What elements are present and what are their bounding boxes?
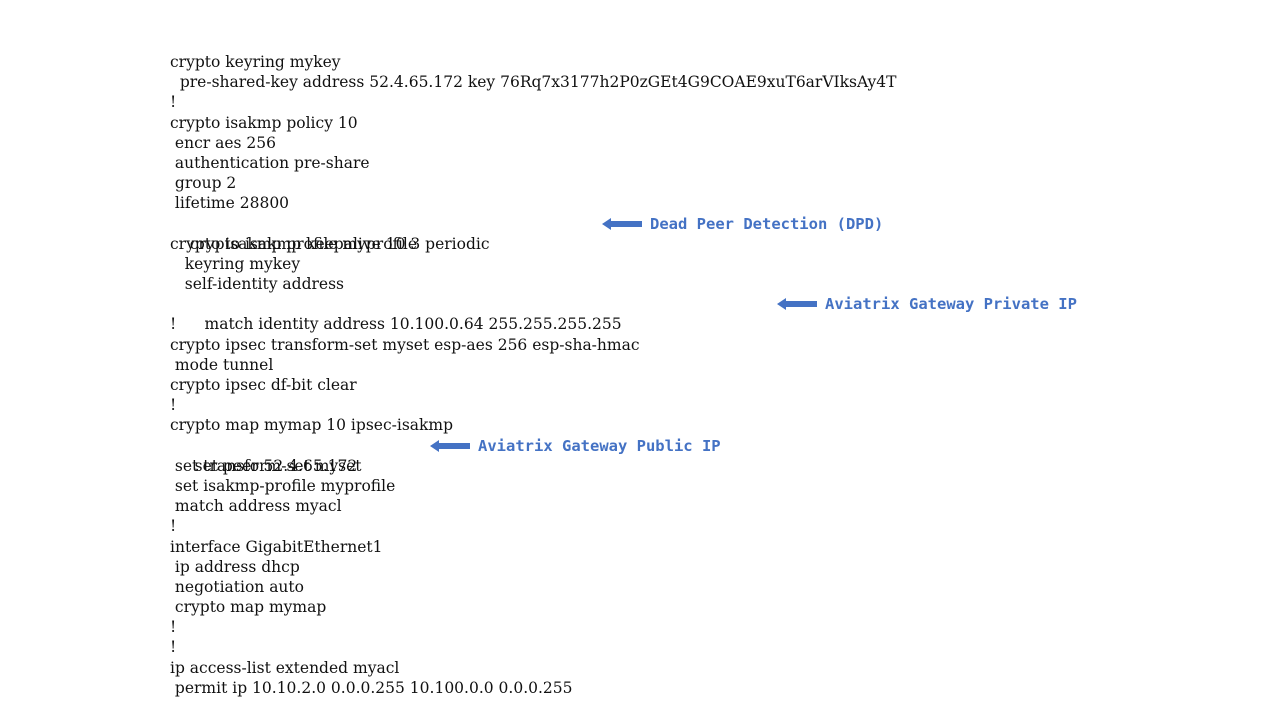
config-line: crypto isakmp profile myprofile xyxy=(170,234,897,254)
left-arrow-icon xyxy=(430,439,470,452)
config-line: ip access-list extended myacl xyxy=(170,658,897,678)
config-line: crypto map mymap 10 ipsec-isakmp xyxy=(170,415,897,435)
dpd-annotation: Dead Peer Detection (DPD) xyxy=(602,214,883,234)
config-line: lifetime 28800 xyxy=(170,193,897,213)
config-text: keyring mykey xyxy=(170,254,301,273)
config-text: set isakmp-profile myprofile xyxy=(170,476,396,495)
config-line: ! xyxy=(170,395,897,415)
config-text: authentication pre-share xyxy=(170,153,370,172)
config-text: crypto isakmp profile myprofile xyxy=(170,234,417,253)
config-line: self-identity address xyxy=(170,274,897,294)
config-line: set transform-set myset xyxy=(170,456,897,476)
config-line: ! xyxy=(170,314,897,334)
config-line: match identity address 10.100.0.64 255.2… xyxy=(170,294,1076,333)
public-ip-annotation: Aviatrix Gateway Public IP xyxy=(430,436,721,456)
config-line: set isakmp-profile myprofile xyxy=(170,476,897,496)
config-line: crypto ipsec transform-set myset esp-aes… xyxy=(170,335,897,355)
config-text: ! xyxy=(170,315,177,334)
config-line: ! xyxy=(170,617,897,637)
config-text: match address myacl xyxy=(170,497,342,516)
config-line: authentication pre-share xyxy=(170,153,897,173)
config-line: interface GigabitEthernet1 xyxy=(170,537,897,557)
config-line: ! xyxy=(170,637,897,657)
config-line: crypto keyring mykey xyxy=(170,52,897,72)
config-line: crypto isakmp keepalive 10 3 periodic De… xyxy=(170,214,897,253)
config-text: crypto ipsec df-bit clear xyxy=(170,376,357,394)
config-line: crypto ipsec df-bit clear xyxy=(170,375,897,395)
config-line: mode tunnel xyxy=(170,355,897,375)
config-text: pre-shared-key address 52.4.65.172 key 7… xyxy=(170,73,897,92)
config-text: crypto map mymap 10 ipsec-isakmp xyxy=(170,416,454,435)
config-line: keyring mykey xyxy=(170,254,897,274)
config-line: set peer 52.4.65.172 Aviatrix Gateway Pu… xyxy=(170,436,897,475)
config-line: crypto map mymap xyxy=(170,597,897,617)
private-ip-annotation: Aviatrix Gateway Private IP xyxy=(777,294,1077,314)
config-text: crypto map mymap xyxy=(170,598,327,617)
config-text: self-identity address xyxy=(170,275,344,294)
config-line: ! xyxy=(170,516,897,536)
config-text: permit ip 10.10.2.0 0.0.0.255 10.100.0.0… xyxy=(170,678,573,697)
left-arrow-icon xyxy=(777,298,817,311)
config-line: ! xyxy=(170,92,897,112)
config-text: ip address dhcp xyxy=(170,557,300,576)
config-text: negotiation auto xyxy=(170,577,304,596)
config-line: encr aes 256 xyxy=(170,133,897,153)
config-text: crypto isakmp policy 10 xyxy=(170,113,358,132)
config-text: mode tunnel xyxy=(170,355,274,374)
config-line: permit ip 10.10.2.0 0.0.0.255 10.100.0.0… xyxy=(170,678,897,698)
config-text: crypto keyring mykey xyxy=(170,53,341,71)
config-text: group 2 xyxy=(170,174,237,193)
config-text: ! xyxy=(170,638,177,657)
private-ip-annotation-label: Aviatrix Gateway Private IP xyxy=(825,295,1077,314)
config-line: negotiation auto xyxy=(170,577,897,597)
config-line: match address myacl xyxy=(170,496,897,516)
config-text: ! xyxy=(170,618,177,637)
config-line: crypto isakmp policy 10 xyxy=(170,113,897,133)
config-line: ip address dhcp xyxy=(170,557,897,577)
config-text: ! xyxy=(170,396,177,415)
config-line: group 2 xyxy=(170,173,897,193)
config-text: ! xyxy=(170,93,177,112)
cisco-config-listing: crypto keyring mykey pre-shared-key addr… xyxy=(170,52,1077,698)
config-text: encr aes 256 xyxy=(170,133,276,152)
config-text: set transform-set myset xyxy=(170,456,362,475)
config-text: crypto ipsec transform-set myset esp-aes… xyxy=(170,335,640,354)
public-ip-annotation-label: Aviatrix Gateway Public IP xyxy=(478,436,721,455)
left-arrow-icon xyxy=(602,217,642,230)
config-text: lifetime 28800 xyxy=(170,194,290,213)
dpd-annotation-label: Dead Peer Detection (DPD) xyxy=(650,214,884,233)
config-text: interface GigabitEthernet1 xyxy=(170,537,383,556)
config-text: ip access-list extended myacl xyxy=(170,658,400,677)
config-text: ! xyxy=(170,517,177,536)
config-line: pre-shared-key address 52.4.65.172 key 7… xyxy=(170,72,897,92)
